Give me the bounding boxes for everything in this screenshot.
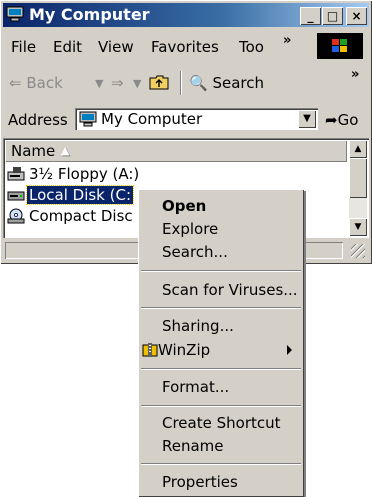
address-label: Address	[8, 111, 68, 129]
ctx-scan-label: Scan for Viruses...	[162, 281, 298, 299]
menu-chevron[interactable]: »	[283, 33, 291, 48]
hard-disk-icon	[7, 191, 25, 201]
address-bar: Address My Computer ▼ ➦Go	[3, 105, 369, 135]
toolbar-separator	[180, 71, 182, 95]
menu-edit[interactable]: Edit	[53, 38, 82, 56]
cd-drive-icon	[7, 208, 25, 224]
name-column-label: Name	[11, 142, 56, 160]
ctx-sharing[interactable]: Sharing...	[138, 315, 304, 337]
address-field[interactable]: My Computer ▼	[75, 108, 318, 130]
ctx-properties[interactable]: Properties	[138, 471, 304, 493]
ctx-sharing-label: Sharing...	[162, 317, 234, 335]
submenu-arrow-icon	[287, 345, 292, 355]
menu-separator	[141, 463, 301, 465]
winzip-icon	[142, 343, 158, 357]
back-dropdown-icon[interactable]: ▼	[95, 77, 103, 90]
ctx-create-shortcut[interactable]: Create Shortcut	[138, 412, 304, 434]
title-bar[interactable]: My Computer _ □ ×	[3, 3, 369, 27]
back-label: Back	[26, 74, 63, 92]
menu-tools[interactable]: Too	[239, 38, 264, 56]
menu-file[interactable]: File	[11, 38, 36, 56]
forward-button[interactable]: ⇒	[111, 74, 124, 92]
toolbar-chevron[interactable]: »	[351, 67, 359, 82]
menu-separator	[141, 368, 301, 370]
minimize-button[interactable]: _	[300, 7, 321, 25]
go-button[interactable]: ➦Go	[325, 111, 358, 129]
forward-dropdown-icon[interactable]: ▼	[133, 77, 141, 90]
list-item-label: Local Disk (C:	[25, 185, 135, 205]
menu-separator	[141, 270, 301, 272]
window-title: My Computer	[29, 5, 150, 24]
ctx-winzip-label: WinZip	[158, 341, 211, 359]
maximize-button[interactable]: □	[322, 7, 343, 25]
menu-view[interactable]: View	[98, 38, 134, 56]
floppy-drive-icon	[7, 167, 25, 181]
ctx-rename[interactable]: Rename	[138, 435, 304, 457]
close-button[interactable]: ×	[346, 7, 367, 25]
ctx-rename-label: Rename	[162, 437, 224, 455]
scroll-down-icon[interactable]: ▼	[349, 218, 367, 236]
ctx-search[interactable]: Search...	[138, 241, 304, 263]
ctx-search-label: Search...	[162, 243, 228, 261]
ctx-scan-for-viruses[interactable]: Scan for Viruses...	[138, 279, 304, 301]
scroll-up-icon[interactable]: ▲	[349, 140, 367, 158]
my-computer-icon	[79, 111, 97, 127]
menu-favorites[interactable]: Favorites	[151, 38, 219, 56]
ctx-create-shortcut-label: Create Shortcut	[162, 414, 281, 432]
resize-grip-icon[interactable]	[351, 244, 365, 258]
toolbar: ⇐ Back ▼ ⇒ ▼ 🔍 Search »	[3, 65, 369, 101]
ctx-open[interactable]: Open	[138, 195, 304, 217]
ctx-winzip[interactable]: WinZip	[138, 339, 304, 361]
ctx-open-label: Open	[162, 197, 207, 215]
scroll-thumb[interactable]	[349, 158, 367, 198]
address-value: My Computer	[101, 110, 203, 128]
search-icon: 🔍	[189, 74, 208, 92]
search-button[interactable]: 🔍 Search	[189, 74, 264, 92]
list-item-label: 3½ Floppy (A:)	[29, 165, 140, 183]
address-dropdown-button[interactable]: ▼	[298, 110, 316, 128]
windows-logo-icon	[317, 33, 363, 59]
sort-ascending-icon: ▲	[61, 144, 70, 157]
up-folder-button[interactable]	[149, 74, 169, 94]
menu-separator	[141, 405, 301, 407]
ctx-explore-label: Explore	[162, 220, 219, 238]
search-label: Search	[212, 74, 265, 92]
list-item-label: Compact Disc	[29, 207, 133, 225]
context-menu: Open Explore Search... Scan for Viruses.…	[138, 189, 304, 497]
my-computer-icon	[6, 6, 24, 22]
ctx-format-label: Format...	[162, 378, 230, 396]
name-column-header[interactable]: Name ▲	[5, 140, 347, 162]
ctx-format[interactable]: Format...	[138, 376, 304, 398]
menu-separator	[141, 307, 301, 309]
ctx-properties-label: Properties	[162, 473, 238, 491]
go-arrow-icon: ➦	[325, 111, 338, 129]
ctx-explore[interactable]: Explore	[138, 218, 304, 240]
back-button[interactable]: ⇐ Back	[9, 74, 63, 92]
go-label: Go	[337, 111, 359, 129]
windows-flag-icon	[332, 39, 347, 52]
up-folder-icon	[149, 75, 169, 90]
back-arrow-icon: ⇐	[9, 74, 22, 92]
menu-bar: File Edit View Favorites Too »	[3, 31, 369, 61]
vertical-scrollbar[interactable]: ▲ ▼	[349, 140, 367, 236]
